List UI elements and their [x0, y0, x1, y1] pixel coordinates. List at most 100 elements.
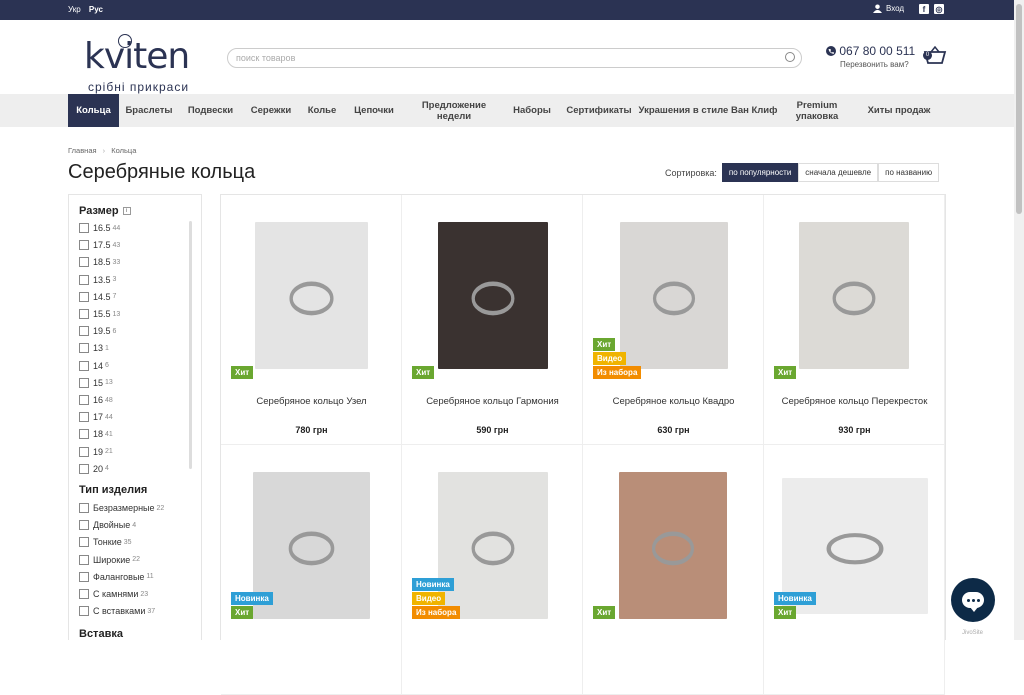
product-card[interactable]: Хит [583, 445, 764, 695]
filter-size-option[interactable]: 19.5 6 [79, 326, 116, 337]
scrollbar-thumb[interactable] [1016, 4, 1022, 214]
search-icon[interactable] [785, 52, 795, 62]
checkbox[interactable] [79, 291, 89, 302]
nav-item[interactable]: Браслеты [119, 94, 179, 127]
checkbox[interactable] [79, 257, 89, 268]
info-icon[interactable]: i [122, 207, 131, 216]
filter-size-option[interactable]: 18 41 [79, 429, 113, 440]
logo[interactable]: kviten срібні прикраси [84, 28, 194, 94]
product-card[interactable]: Новинка Видео Из набора [402, 445, 583, 695]
checkbox[interactable] [79, 429, 89, 440]
filter-size-option[interactable]: 16.5 44 [79, 223, 120, 233]
filter-size-option[interactable]: 17 44 [79, 412, 113, 423]
filter-size-option[interactable]: 13 1 [79, 343, 109, 354]
top-bar: Укр Рус Вход f ◎ [0, 0, 1014, 20]
filter-size-option[interactable]: 19 21 [79, 446, 113, 457]
sort-option[interactable]: по названию [878, 163, 940, 182]
filter-type-option[interactable]: Широкие 22 [79, 554, 140, 565]
product-image[interactable] [255, 222, 368, 369]
nav-item[interactable]: Сертификаты [560, 94, 638, 127]
filter-size-option[interactable]: 17.5 43 [79, 240, 120, 251]
phone-number[interactable]: 067 80 00 511 [826, 44, 915, 58]
instagram-icon[interactable]: ◎ [934, 4, 944, 14]
checkbox[interactable] [79, 606, 89, 617]
filter-type-option[interactable]: С вставками 37 [79, 606, 155, 617]
lang-rus-link[interactable]: Рус [89, 5, 103, 14]
filter-type-option[interactable]: Тонкие 35 [79, 537, 132, 548]
chat-button[interactable] [951, 578, 995, 622]
checkbox[interactable] [79, 326, 89, 337]
product-name[interactable]: Серебряное кольцо Квадро [583, 396, 764, 407]
product-card[interactable]: Хит Видео Из набора Серебряное кольцо Квадр… [583, 195, 764, 445]
nav-item[interactable]: Наборы [504, 94, 560, 127]
filter-size-option[interactable]: 20 4 [79, 463, 109, 474]
filter-size-option[interactable]: 14 6 [79, 360, 109, 371]
filter-size-option[interactable]: 14.5 7 [79, 291, 116, 302]
filter-scrollbar[interactable] [189, 221, 192, 469]
filter-size-option[interactable]: 18.5 33 [79, 257, 120, 268]
filter-size-option[interactable]: 16 48 [79, 395, 113, 405]
product-badge: Из набора [412, 606, 461, 619]
sort-control: Сортировка: по популярности сначала дешев… [665, 163, 940, 182]
login-link[interactable]: Вход [873, 4, 904, 13]
facebook-icon[interactable]: f [919, 4, 929, 14]
nav-item[interactable]: Цепочки [344, 94, 404, 127]
filter-type-option[interactable]: Фаланговые 11 [79, 571, 154, 582]
checkbox[interactable] [79, 343, 89, 354]
product-name[interactable]: Серебряное кольцо Гармония [402, 396, 583, 407]
filter-size-option[interactable]: 15.5 13 [79, 309, 120, 319]
filter-type-option[interactable]: Двойные 4 [79, 520, 136, 531]
product-badge: Видео [412, 592, 446, 605]
checkbox[interactable] [79, 589, 89, 599]
checkbox[interactable] [79, 554, 89, 565]
callback-link[interactable]: Перезвонить вам? [840, 60, 909, 69]
checkbox[interactable] [79, 377, 89, 388]
nav-item[interactable]: Колье [300, 94, 344, 127]
lang-ukr-link[interactable]: Укр [68, 5, 81, 14]
product-image[interactable] [799, 222, 909, 369]
page-scrollbar[interactable] [1014, 0, 1024, 640]
filter-count: 44 [105, 413, 113, 421]
checkbox[interactable] [79, 412, 89, 423]
checkbox[interactable] [79, 463, 89, 474]
checkbox[interactable] [79, 395, 89, 405]
product-image[interactable] [619, 472, 727, 619]
nav-item[interactable]: Хиты продаж [856, 94, 942, 127]
checkbox[interactable] [79, 520, 89, 531]
product-card[interactable]: Новинка Хит [221, 445, 402, 695]
search-input[interactable]: поиск товаров [227, 48, 802, 68]
checkbox[interactable] [79, 360, 89, 371]
checkbox[interactable] [79, 571, 89, 582]
breadcrumb-current[interactable]: Кольца [111, 146, 136, 155]
nav-item[interactable]: Premium упаковка [778, 94, 856, 127]
product-card[interactable]: Хит Серебряное кольцо Перекресток 930 грн [764, 195, 945, 445]
product-image[interactable] [438, 222, 548, 369]
filter-type-option[interactable]: Безразмерные 22 [79, 503, 164, 513]
filter-size-option[interactable]: 13.5 3 [79, 274, 116, 285]
filter-option-label: С вставками [93, 606, 146, 617]
sort-option[interactable]: по популярности [721, 163, 799, 182]
sort-option[interactable]: сначала дешевле [798, 163, 879, 182]
product-card[interactable]: Хит Серебряное кольцо Узел 780 грн [221, 195, 402, 445]
checkbox[interactable] [79, 223, 89, 233]
filter-size-option[interactable]: 15 13 [79, 377, 113, 388]
filter-type-option[interactable]: С камнями 23 [79, 589, 148, 599]
product-name[interactable]: Серебряное кольцо Узел [221, 396, 402, 407]
cart-button[interactable]: 0 [923, 45, 947, 66]
nav-item[interactable]: Украшения в стиле Ван Клиф [638, 94, 778, 127]
product-card[interactable]: Хит Серебряное кольцо Гармония 590 грн [402, 195, 583, 445]
nav-item[interactable]: Предложение недели [404, 94, 504, 127]
nav-item[interactable]: Кольца [68, 94, 119, 127]
checkbox[interactable] [79, 309, 89, 319]
checkbox[interactable] [79, 503, 89, 513]
nav-item[interactable]: Сережки [242, 94, 300, 127]
checkbox[interactable] [79, 274, 89, 285]
product-card[interactable]: Новинка Хит [764, 445, 945, 695]
nav-item[interactable]: Подвески [179, 94, 242, 127]
product-name[interactable]: Серебряное кольцо Перекресток [764, 396, 945, 407]
checkbox[interactable] [79, 446, 89, 457]
breadcrumb-home[interactable]: Главная [68, 146, 97, 155]
checkbox[interactable] [79, 537, 89, 548]
filter-option-label: 18.5 [93, 257, 111, 268]
checkbox[interactable] [79, 240, 89, 251]
